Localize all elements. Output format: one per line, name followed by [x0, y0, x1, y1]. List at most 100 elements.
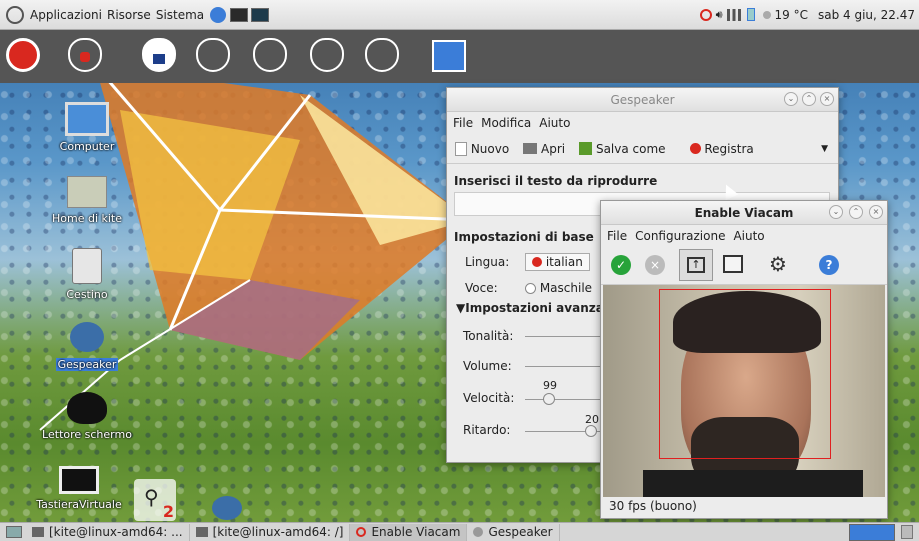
speed-value: 99: [543, 379, 557, 392]
pitch-slider[interactable]: [525, 336, 605, 337]
desktop-icon-computer[interactable]: Computer: [32, 102, 142, 153]
magnifier-dock-item[interactable]: ⚲ 2: [134, 479, 176, 521]
home-folder-icon: [67, 176, 107, 208]
workspace-switcher[interactable]: [849, 523, 895, 541]
record-icon: [689, 142, 701, 154]
gespeaker-titlebar[interactable]: Gespeaker ⌄ ⌃ ×: [447, 88, 838, 112]
open-icon: [523, 142, 538, 154]
task-enable-viacam[interactable]: Enable Viacam: [350, 523, 468, 541]
close-button[interactable]: ×: [820, 92, 834, 106]
maximize-button[interactable]: ⌃: [802, 92, 816, 106]
user-config-icon[interactable]: [432, 40, 466, 72]
trash-icon: [72, 248, 102, 284]
menu-aiuto[interactable]: Aiuto: [539, 116, 570, 130]
enable-check-icon[interactable]: ✓: [611, 255, 631, 275]
save-as-button[interactable]: Salva come: [579, 141, 666, 156]
monitor-launcher-icon[interactable]: [230, 7, 249, 22]
maximize-button[interactable]: ⌃: [849, 205, 863, 219]
window-title: Gespeaker: [610, 92, 675, 107]
distro-logo-icon[interactable]: [6, 5, 24, 24]
gespeaker-dock-icon[interactable]: [212, 496, 242, 520]
desktop-icon-label: Gespeaker: [55, 358, 119, 371]
click-toolbar: [0, 30, 919, 83]
workspace-icon: ↑: [687, 257, 705, 273]
workspace-limit-button[interactable]: ↑: [679, 249, 713, 281]
keyboard-icon[interactable]: [723, 255, 743, 273]
menu-modifica[interactable]: Modifica: [481, 116, 531, 130]
task-gespeaker[interactable]: Gespeaker: [467, 523, 560, 541]
viacam-logo-button[interactable]: [6, 38, 40, 72]
open-button[interactable]: Apri: [523, 142, 565, 156]
desktop-icon-label: TastieraVirtuale: [36, 498, 122, 511]
network-icon[interactable]: [726, 8, 741, 21]
desktop-icon-label: Computer: [59, 140, 115, 153]
double-click-icon[interactable]: [253, 38, 287, 72]
desktop-icon-trash[interactable]: Cestino: [32, 248, 142, 301]
desktop-icon-label: Cestino: [66, 288, 108, 301]
volume-slider[interactable]: [525, 366, 605, 367]
trash-icon[interactable]: [901, 525, 913, 539]
viacam-tray-icon[interactable]: [699, 8, 712, 21]
browser-launcher-icon[interactable]: [210, 6, 227, 23]
face-tracking-box: [659, 289, 831, 459]
viacam-icon: [356, 527, 367, 537]
slider-handle[interactable]: [585, 425, 597, 437]
minimize-button[interactable]: ⌄: [829, 205, 843, 219]
gespeaker-toolbar: Nuovo Apri Salva come Registra ▼: [447, 134, 838, 164]
desktop-icon-screen-reader[interactable]: Lettore schermo: [32, 392, 142, 441]
menu-configurazione[interactable]: Configurazione: [635, 229, 725, 243]
disable-x-icon[interactable]: ×: [645, 255, 665, 275]
single-click-icon[interactable]: [196, 38, 230, 72]
task-terminal-2[interactable]: [kite@linux-amd64: /]: [190, 523, 351, 541]
language-select[interactable]: italian: [525, 253, 590, 271]
viacam-menubar: File Configurazione Aiuto: [601, 225, 887, 247]
voice-label: Voce:: [465, 281, 498, 295]
menu-file[interactable]: File: [453, 116, 473, 130]
desktop-icon-label: Lettore schermo: [42, 428, 132, 441]
clock[interactable]: sab 4 giu, 22.47: [818, 8, 915, 22]
minimize-button[interactable]: ⌄: [784, 92, 798, 106]
computer-icon: [65, 102, 109, 136]
toolbar-overflow-icon[interactable]: ▼: [821, 144, 828, 154]
right-click-icon[interactable]: [365, 38, 399, 72]
pitch-label: Tonalità:: [463, 329, 514, 343]
desktop-icon-gespeaker[interactable]: Gespeaker: [32, 322, 142, 371]
terminal-launcher-icon[interactable]: [251, 7, 270, 22]
delay-slider[interactable]: [525, 425, 605, 437]
magnifier-icon: ⚲: [144, 485, 159, 509]
desktop-icon-virtual-keyboard[interactable]: TastieraVirtuale: [24, 466, 134, 511]
menu-sistema[interactable]: Sistema: [156, 8, 204, 22]
voice-male-radio[interactable]: Maschile: [525, 281, 592, 295]
save-as-icon: [579, 141, 593, 155]
speed-slider[interactable]: [525, 393, 605, 405]
drag-click-icon[interactable]: [310, 38, 344, 72]
new-button[interactable]: Nuovo: [455, 141, 509, 156]
menu-aiuto[interactable]: Aiuto: [733, 229, 764, 243]
desktop-icon-home[interactable]: Home di kite: [32, 176, 142, 225]
text-section-heading: Inserisci il testo da riprodurre: [454, 174, 658, 188]
language-label: Lingua:: [465, 255, 510, 269]
menu-risorse[interactable]: Risorse: [107, 8, 151, 22]
gespeaker-icon: [473, 527, 484, 537]
left-click-mouse-icon[interactable]: [68, 38, 102, 72]
slider-handle[interactable]: [543, 393, 555, 405]
menu-file[interactable]: File: [607, 229, 627, 243]
help-icon[interactable]: ?: [819, 255, 839, 275]
close-button[interactable]: ×: [869, 205, 883, 219]
shirt: [643, 470, 863, 497]
task-terminal-1[interactable]: [kite@linux-amd64: ...: [26, 523, 190, 541]
volume-icon[interactable]: 🔊︎: [716, 8, 723, 22]
camera-view[interactable]: [603, 285, 885, 497]
lock-mouse-icon[interactable]: [142, 38, 176, 72]
terminal-icon: [195, 527, 208, 537]
flag-icon: [532, 257, 542, 267]
desktop-icon-label: Home di kite: [51, 212, 123, 225]
show-desktop-icon[interactable]: [6, 526, 22, 538]
menu-applicazioni[interactable]: Applicazioni: [30, 8, 102, 22]
gear-icon[interactable]: ⚙: [769, 252, 787, 276]
record-button[interactable]: Registra: [689, 142, 754, 156]
terminal-icon: [32, 527, 44, 537]
viacam-titlebar[interactable]: Enable Viacam ⌄ ⌃ ×: [601, 201, 887, 225]
battery-icon[interactable]: [746, 8, 755, 21]
temperature[interactable]: 19 °C: [775, 8, 808, 22]
